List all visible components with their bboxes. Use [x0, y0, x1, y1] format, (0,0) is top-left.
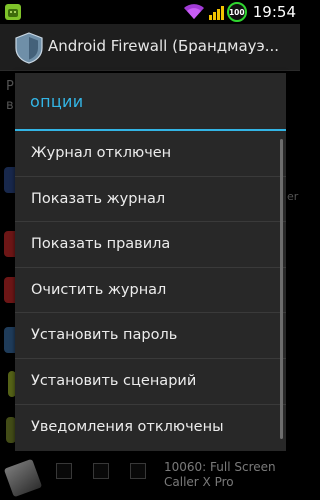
signal-icon	[208, 6, 224, 20]
action-bar: Android Firewall (Брандмауэ...	[0, 24, 300, 71]
dialog-title: опции	[15, 73, 286, 131]
menu-item-log-disabled[interactable]: Журнал отключен	[15, 131, 286, 177]
menu-item-clear-log[interactable]: Очистить журнал	[15, 268, 286, 314]
status-bar: 100 19:54	[0, 0, 300, 24]
options-menu: Журнал отключен Показать журнал Показать…	[15, 131, 286, 450]
menu-item-show-rules[interactable]: Показать правила	[15, 222, 286, 268]
firewall-app-icon	[15, 32, 43, 64]
menu-item-set-script[interactable]: Установить сценарий	[15, 359, 286, 405]
options-dialog: опции Журнал отключен Показать журнал По…	[15, 73, 286, 451]
wifi-icon	[183, 4, 204, 19]
clock: 19:54	[252, 3, 296, 21]
menu-item-set-password[interactable]: Установить пароль	[15, 313, 286, 359]
menu-item-show-log[interactable]: Показать журнал	[15, 177, 286, 223]
battery-level: 100	[228, 7, 245, 17]
battery-icon: 100	[226, 2, 247, 22]
app-title: Android Firewall (Брандмауэ...	[48, 37, 280, 55]
scrollbar[interactable]	[280, 139, 283, 439]
menu-item-notifications-disabled[interactable]: Уведомления отключены	[15, 405, 286, 451]
android-notification-icon	[5, 4, 21, 20]
